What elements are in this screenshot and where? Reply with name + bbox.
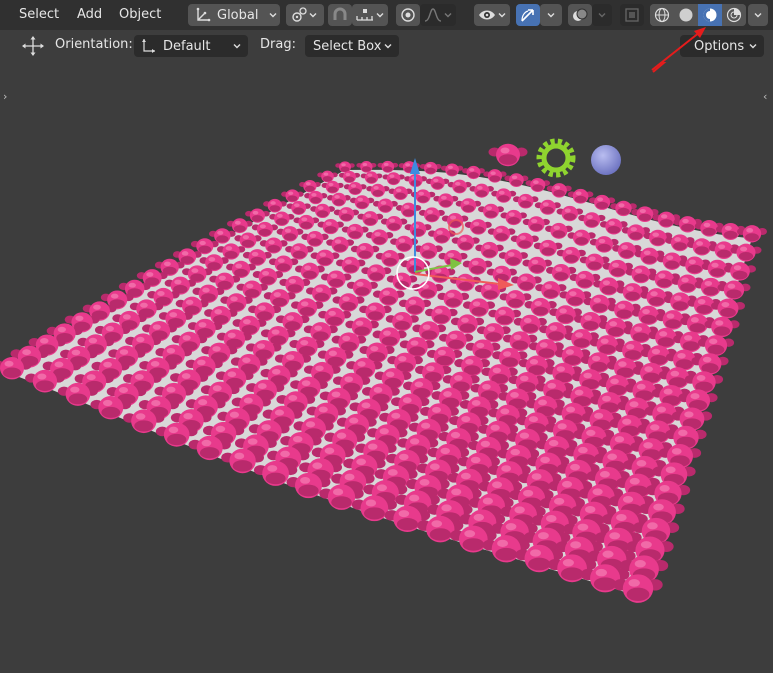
chevron-down-icon bbox=[597, 10, 607, 20]
drag-dropdown[interactable]: Select Box bbox=[305, 35, 399, 57]
move-tool-icon bbox=[20, 35, 46, 57]
rendered-sphere-icon bbox=[726, 7, 742, 23]
proportional-edit-icon bbox=[399, 6, 417, 24]
proportional-edit-toggle[interactable] bbox=[396, 4, 420, 26]
chevron-down-icon bbox=[546, 10, 556, 20]
3d-viewport[interactable] bbox=[0, 62, 773, 673]
chevron-down-icon bbox=[753, 10, 763, 20]
gear-object-icon[interactable] bbox=[536, 138, 576, 178]
menu-select[interactable]: Select bbox=[12, 4, 66, 26]
orientation-axes-icon bbox=[194, 6, 212, 24]
chevron-down-icon bbox=[232, 41, 242, 51]
overlays-toggle[interactable] bbox=[568, 4, 592, 26]
chevron-down-icon bbox=[443, 10, 453, 20]
falloff-dropdown[interactable] bbox=[420, 4, 456, 26]
transform-orientation-value: Global bbox=[217, 7, 259, 23]
sphere-object-icon[interactable] bbox=[591, 145, 621, 175]
gizmo-dropdown[interactable] bbox=[540, 4, 562, 26]
chevron-down-icon bbox=[375, 10, 385, 20]
shading-rendered-button[interactable] bbox=[722, 4, 746, 26]
monkey-object-icon[interactable] bbox=[488, 143, 528, 167]
object-visibility-dropdown[interactable] bbox=[474, 4, 510, 26]
overlays-icon bbox=[571, 6, 589, 24]
orientation-icon bbox=[138, 37, 158, 55]
magnet-icon bbox=[331, 6, 349, 24]
pivot-point-icon bbox=[290, 6, 308, 24]
eye-icon bbox=[477, 6, 497, 24]
chevron-down-icon bbox=[383, 41, 393, 51]
menu-add[interactable]: Add bbox=[70, 4, 109, 26]
red-annotation-arrow-icon bbox=[651, 27, 706, 71]
snap-toggle[interactable] bbox=[328, 4, 352, 26]
orientation-value: Default bbox=[163, 38, 211, 54]
drag-value: Select Box bbox=[313, 38, 382, 54]
chevron-down-icon bbox=[748, 41, 758, 51]
pivot-point-dropdown[interactable] bbox=[286, 4, 324, 26]
falloff-curve-icon bbox=[423, 6, 443, 24]
shading-options-dropdown[interactable] bbox=[748, 4, 768, 26]
gizmo-toggle[interactable] bbox=[516, 4, 540, 26]
monkey-instance-icon bbox=[488, 143, 528, 167]
xray-icon bbox=[624, 7, 640, 23]
menu-object[interactable]: Object bbox=[112, 4, 168, 26]
orientation-dropdown[interactable]: Default bbox=[134, 35, 248, 57]
transform-orientation-dropdown[interactable]: Global bbox=[188, 4, 280, 26]
snap-target-dropdown[interactable] bbox=[352, 4, 388, 26]
chevron-down-icon bbox=[497, 10, 507, 20]
orientation-label: Orientation: bbox=[55, 37, 133, 52]
snap-increment-icon bbox=[355, 6, 375, 24]
drag-label: Drag: bbox=[260, 37, 296, 52]
gizmo-icon bbox=[519, 6, 537, 24]
chevron-down-icon bbox=[268, 10, 278, 20]
chevron-down-icon bbox=[308, 10, 318, 20]
overlays-dropdown[interactable] bbox=[592, 4, 612, 26]
